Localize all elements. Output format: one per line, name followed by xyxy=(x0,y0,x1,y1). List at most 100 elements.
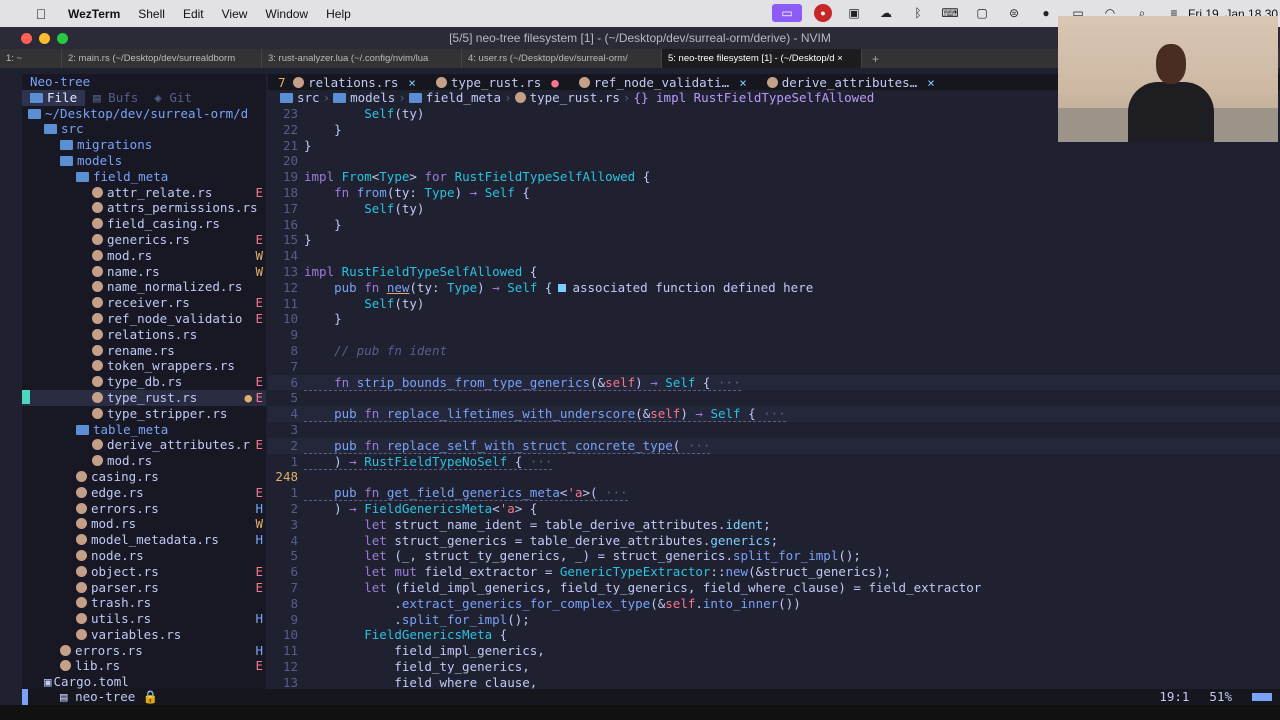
code-line[interactable]: 3 xyxy=(268,422,1280,438)
tree-file[interactable]: node.rs xyxy=(22,548,266,564)
controls-icon[interactable]: ⊜ xyxy=(1004,4,1024,22)
code-line[interactable]: 2 pub fn replace_self_with_struct_concre… xyxy=(268,437,1280,454)
code-line[interactable]: 1 pub fn get_field_generics_meta<'a>( ··… xyxy=(268,485,1280,502)
code-line[interactable]: 15} xyxy=(268,232,1280,248)
code-line[interactable]: 1 ) → RustFieldTypeNoSelf { ··· xyxy=(268,453,1280,470)
menu-shell[interactable]: Shell xyxy=(138,7,165,21)
code-area[interactable]: 23 Self(ty) 22 } 21} 20 19 impl From<Type> fo… xyxy=(268,106,1280,689)
code-line[interactable]: 11 Self(ty) xyxy=(268,296,1280,312)
tree-file[interactable]: parser.rs E xyxy=(22,580,266,596)
menu-window[interactable]: Window xyxy=(265,7,308,21)
code-line[interactable]: 248 xyxy=(268,469,1280,485)
breadcrumb-item[interactable]: field_meta xyxy=(426,90,501,105)
tree-folder[interactable]: table_meta xyxy=(22,422,266,438)
tree-file[interactable]: trash.rs xyxy=(22,595,266,611)
sidebar-tab-git[interactable]: ◈ Git xyxy=(146,90,200,106)
code-line[interactable]: 18 fn from(ty: Type) → Self { xyxy=(268,185,1280,201)
tree-file[interactable]: mod.rs xyxy=(22,453,266,469)
keyboard-icon[interactable]: ⌨ xyxy=(940,4,960,22)
code-line[interactable]: 2 ) → FieldGenericsMeta<'a> { xyxy=(268,501,1280,517)
code-line[interactable]: 5 xyxy=(268,390,1280,406)
tree-folder[interactable]: src xyxy=(22,121,266,137)
tree-folder[interactable]: field_meta xyxy=(22,169,266,185)
close-icon[interactable]: × xyxy=(408,75,416,90)
breadcrumb-item[interactable]: type_rust.rs xyxy=(530,90,620,105)
breadcrumb-item[interactable]: {} impl RustFieldTypeSelfAllowed xyxy=(633,90,874,105)
tree-file[interactable]: type_stripper.rs xyxy=(22,406,266,422)
terminal-tab-1[interactable]: 1: ~ xyxy=(0,49,62,68)
cloud-icon[interactable]: ☁ xyxy=(876,4,896,22)
buffer-tab[interactable]: derive_attributes… × xyxy=(757,75,945,90)
code-line[interactable]: 4 pub fn replace_lifetimes_with_undersco… xyxy=(268,406,1280,423)
badge-icon[interactable]: ● xyxy=(814,4,832,22)
code-line[interactable]: 17 Self(ty) xyxy=(268,201,1280,217)
tree-file[interactable]: mod.rs W xyxy=(22,516,266,532)
window-close-button[interactable] xyxy=(21,33,32,44)
tree-file[interactable]: generics.rs E xyxy=(22,232,266,248)
tree-file[interactable]: lib.rs E xyxy=(22,658,266,674)
code-line[interactable]: 11 field_impl_generics, xyxy=(268,643,1280,659)
code-line[interactable]: 3 let struct_name_ident = table_derive_a… xyxy=(268,517,1280,533)
tree-file[interactable]: token_wrappers.rs xyxy=(22,358,266,374)
code-line[interactable]: 19 impl From<Type> for RustFieldTypeSelfA… xyxy=(268,169,1280,185)
terminal-tab-4[interactable]: 4: user.rs (~/Desktop/dev/surreal-orm/ xyxy=(462,49,662,68)
code-editor[interactable]: 7 relations.rs × type_rust.rs ● ref_node_val… xyxy=(268,74,1280,689)
window-maximize-button[interactable] xyxy=(57,33,68,44)
tree-root[interactable]: ~/Desktop/dev/surreal-orm/d xyxy=(22,106,266,122)
code-line[interactable]: 9 .split_for_impl(); xyxy=(268,612,1280,628)
code-line[interactable]: 16 } xyxy=(268,217,1280,233)
tree-file[interactable]: object.rs E xyxy=(22,564,266,580)
tree-file[interactable]: model_metadata.rs H xyxy=(22,532,266,548)
menu-app-name[interactable]: WezTerm xyxy=(68,7,120,21)
tree-file[interactable]: edge.rs E xyxy=(22,485,266,501)
breadcrumb-item[interactable]: models xyxy=(350,90,395,105)
apple-menu-icon[interactable]:  xyxy=(30,6,52,22)
menu-view[interactable]: View xyxy=(222,7,248,21)
bluetooth-icon[interactable]: ᛒ xyxy=(908,4,928,22)
terminal-tab-3[interactable]: 3: rust-analyzer.lua (~/.config/nvim/lua xyxy=(262,49,462,68)
tree-file[interactable]: relations.rs xyxy=(22,327,266,343)
tree-file[interactable]: field_casing.rs xyxy=(22,216,266,232)
tree-file[interactable]: errors.rs H xyxy=(22,501,266,517)
menu-help[interactable]: Help xyxy=(326,7,351,21)
close-tab-icon[interactable]: × xyxy=(837,53,843,64)
tree-file[interactable]: rename.rs xyxy=(22,343,266,359)
code-line[interactable]: 13 impl RustFieldTypeSelfAllowed { xyxy=(268,264,1280,280)
tree-file[interactable]: receiver.rs E xyxy=(22,295,266,311)
tree-file[interactable]: mod.rs W xyxy=(22,248,266,264)
code-line[interactable]: 6 let mut field_extractor = GenericTypeE… xyxy=(268,564,1280,580)
tree-file[interactable]: derive_attributes.r E xyxy=(22,437,266,453)
buffer-tab[interactable]: 7 relations.rs × xyxy=(268,75,426,90)
tree-file[interactable]: utils.rs H xyxy=(22,611,266,627)
tree-file[interactable]: attr_relate.rs E xyxy=(22,185,266,201)
breadcrumb-item[interactable]: src xyxy=(297,90,320,105)
terminal-tab-2[interactable]: 2: main.rs (~/Desktop/dev/surrealdborm xyxy=(62,49,262,68)
code-line[interactable]: 9 xyxy=(268,327,1280,343)
screen-mirror-icon[interactable]: ▭ xyxy=(772,4,802,22)
code-line[interactable]: 13 field_where_clause, xyxy=(268,675,1280,689)
tree-file[interactable]: variables.rs xyxy=(22,627,266,643)
tree-file[interactable]: attrs_permissions.rs xyxy=(22,200,266,216)
code-line[interactable]: 10 FieldGenericsMeta { xyxy=(268,627,1280,643)
code-line[interactable]: 14 xyxy=(268,248,1280,264)
code-line[interactable]: 6 fn strip_bounds_from_type_generics(&se… xyxy=(268,374,1280,391)
tree-file[interactable]: name_normalized.rs xyxy=(22,279,266,295)
code-line[interactable]: 4 let struct_generics = table_derive_att… xyxy=(268,533,1280,549)
code-line[interactable]: 12 pub fn new(ty: Type) → Self {associat… xyxy=(268,280,1280,296)
buffer-tab[interactable]: ref_node_validati… × xyxy=(569,75,757,90)
buffer-tab[interactable]: type_rust.rs ● xyxy=(426,75,569,90)
code-line[interactable]: 12 field_ty_generics, xyxy=(268,659,1280,675)
code-line[interactable]: 8 .extract_generics_for_complex_type(&se… xyxy=(268,596,1280,612)
capture-icon[interactable]: ▣ xyxy=(844,4,864,22)
code-line[interactable]: 20 xyxy=(268,153,1280,169)
tree-file[interactable]: casing.rs xyxy=(22,469,266,485)
user-icon[interactable]: ● xyxy=(1036,4,1056,22)
terminal-tab-5[interactable]: 5: neo-tree filesystem [1] - (~/Desktop/… xyxy=(662,49,862,68)
new-tab-button[interactable]: + xyxy=(872,52,879,66)
menu-edit[interactable]: Edit xyxy=(183,7,204,21)
tree-file[interactable]: type_rust.rs ● E xyxy=(22,389,266,406)
code-line[interactable]: 7 xyxy=(268,359,1280,375)
tree-file[interactable]: errors.rs H xyxy=(22,643,266,659)
close-icon[interactable]: × xyxy=(739,75,747,90)
tree-file[interactable]: name.rs W xyxy=(22,264,266,280)
